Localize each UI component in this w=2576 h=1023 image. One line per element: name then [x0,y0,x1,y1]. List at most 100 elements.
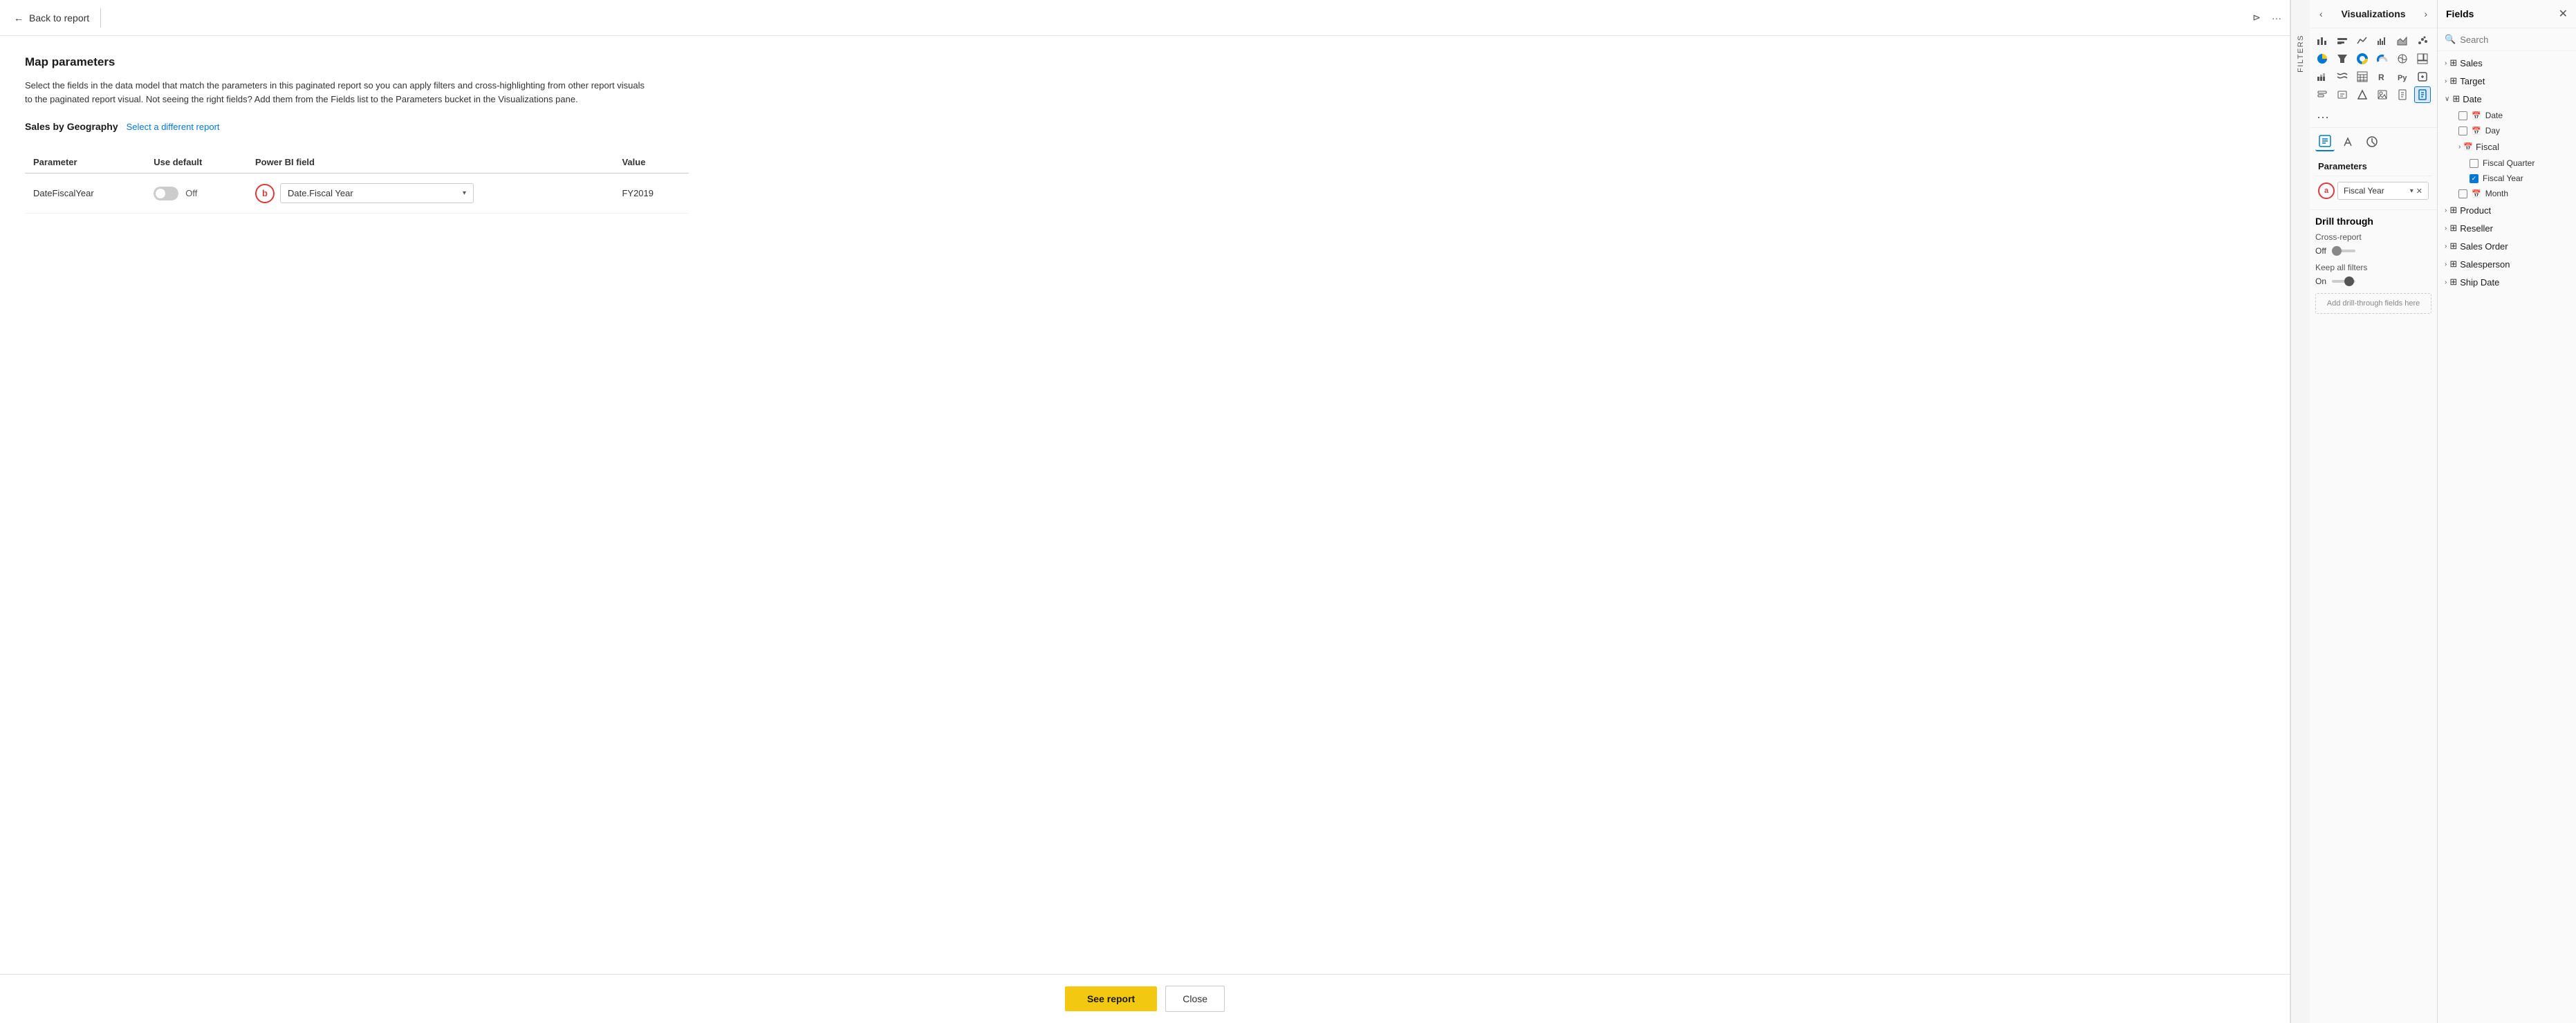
fiscal-chevron-icon: › [2458,143,2461,151]
viz-icon-map[interactable] [2394,50,2411,67]
more-options-icon[interactable]: ··· [2272,12,2281,24]
field-group-target-header[interactable]: › ⊞ Target [2438,72,2576,90]
product-chevron-icon: › [2445,207,2447,214]
build-tab-format[interactable] [2339,132,2358,151]
parameter-cell: DateFiscalYear [25,173,145,214]
cross-report-toggle-row: Off [2315,246,2431,256]
viz-nav-left[interactable]: ‹ [2317,7,2326,21]
filter-icon[interactable]: ⊳ [2252,12,2261,24]
drill-through-drop-zone[interactable]: Add drill-through fields here [2315,293,2431,314]
viz-icon-bar-cluster[interactable] [2374,32,2391,49]
viz-icon-slicer[interactable] [2314,86,2331,103]
target-label: Target [2460,76,2485,86]
reseller-label: Reseller [2460,223,2493,234]
viz-icon-line-chart[interactable] [2354,32,2371,49]
ship-date-table-icon: ⊞ [2449,276,2457,288]
viz-icon-python[interactable]: Py [2394,68,2411,85]
col-header-value: Value [613,151,689,173]
date-icon: 📅 [2472,111,2481,120]
viz-more-dots[interactable]: ··· [2310,107,2437,127]
sales-order-chevron-icon: › [2445,243,2447,250]
field-group-reseller-header[interactable]: › ⊞ Reseller [2438,219,2576,237]
fields-title: Fields [2446,8,2474,19]
fiscal-year-checkbox[interactable] [2470,174,2478,183]
viz-icon-paginated-report[interactable] [2394,86,2411,103]
keep-filters-toggle[interactable] [2332,280,2355,283]
fiscal-year-chip-row: a Fiscal Year ▾ ✕ [2315,176,2431,205]
viz-icon-scatter[interactable] [2414,32,2431,49]
back-to-report-label: Back to report [29,12,89,24]
viz-icon-shape[interactable] [2354,86,2371,103]
viz-icon-image[interactable] [2374,86,2391,103]
viz-icon-column-chart[interactable] [2334,32,2351,49]
viz-icon-paginated-active[interactable] [2414,86,2431,103]
viz-nav-right[interactable]: › [2421,7,2430,21]
field-group-sales-order: › ⊞ Sales Order [2438,237,2576,255]
field-item-month[interactable]: 📅 Month [2454,186,2576,201]
build-tab-fields[interactable] [2315,132,2335,151]
viz-icon-treemap[interactable] [2414,50,2431,67]
filters-label: Filters [2297,35,2305,73]
field-item-fiscal-year[interactable]: Fiscal Year [2465,171,2576,186]
field-group-target: › ⊞ Target [2438,72,2576,90]
field-group-salesperson-header[interactable]: › ⊞ Salesperson [2438,255,2576,273]
product-table-icon: ⊞ [2449,205,2457,216]
fiscal-quarter-checkbox[interactable] [2470,159,2478,168]
fields-header: Fields ✕ [2438,0,2576,28]
drill-through-title: Drill through [2315,216,2431,227]
field-item-date[interactable]: 📅 Date [2454,108,2576,123]
report-label-row: Sales by Geography Select a different re… [25,121,2265,132]
viz-icon-ribbon[interactable] [2334,68,2351,85]
viz-icon-area-chart[interactable] [2394,32,2411,49]
field-item-day[interactable]: 📅 Day [2454,123,2576,138]
date-table-icon: ⊞ [2452,93,2460,104]
date-label: Date [2463,94,2481,104]
close-button[interactable]: Close [1165,986,1225,1012]
field-group-date-header[interactable]: ∨ ⊞ Date [2438,90,2576,108]
viz-icon-funnel[interactable] [2334,50,2351,67]
viz-icon-bar-chart[interactable] [2314,32,2331,49]
sales-chevron-icon: › [2445,59,2447,67]
field-dropdown[interactable]: Date.Fiscal Year ▾ [280,183,474,203]
fiscal-group-header[interactable]: › 📅 Fiscal [2454,138,2576,156]
viz-icon-text-box[interactable] [2334,86,2351,103]
fields-close-button[interactable]: ✕ [2559,7,2568,21]
field-group-ship-date-header[interactable]: › ⊞ Ship Date [2438,273,2576,291]
viz-icon-gauge[interactable] [2374,50,2391,67]
back-to-report-button[interactable]: ← Back to report [8,10,95,26]
off-label: Off [185,188,197,198]
viz-icon-custom[interactable] [2414,68,2431,85]
see-report-button[interactable]: See report [1065,986,1157,1011]
fiscal-year-chip[interactable]: Fiscal Year ▾ ✕ [2337,182,2429,200]
field-group-sales-header[interactable]: › ⊞ Sales [2438,54,2576,72]
use-default-toggle[interactable] [154,187,178,200]
search-input[interactable] [2460,35,2576,45]
keep-filters-on-label: On [2315,276,2326,286]
product-label: Product [2460,205,2491,216]
viz-icon-waterfall[interactable] [2314,68,2331,85]
month-checkbox[interactable] [2458,189,2467,198]
field-group-product-header[interactable]: › ⊞ Product [2438,201,2576,219]
chip-chevron-icon[interactable]: ▾ [2410,187,2413,195]
chip-close-icon[interactable]: ✕ [2416,187,2422,196]
fiscal-group-icon: 📅 [2463,142,2473,151]
date-checkbox[interactable] [2458,111,2467,120]
top-divider [100,8,101,28]
field-group-sales-order-header[interactable]: › ⊞ Sales Order [2438,237,2576,255]
viz-icon-pie[interactable] [2314,50,2331,67]
day-field-label: Day [2485,126,2500,135]
day-icon: 📅 [2472,126,2481,135]
action-bar: See report Close [0,974,2290,1023]
field-item-fiscal-quarter[interactable]: Fiscal Quarter [2465,156,2576,171]
select-different-report-link[interactable]: Select a different report [127,122,220,132]
day-checkbox[interactable] [2458,126,2467,135]
viz-icon-table[interactable] [2354,68,2371,85]
salesperson-table-icon: ⊞ [2449,259,2457,270]
viz-icon-r-script[interactable]: R [2374,68,2391,85]
viz-icon-donut[interactable] [2354,50,2371,67]
build-section: Parameters a Fiscal Year ▾ ✕ [2310,127,2437,209]
field-group-sales: › ⊞ Sales [2438,54,2576,72]
toggle-slider [154,187,178,200]
cross-report-toggle[interactable] [2332,250,2355,252]
build-tab-analytics[interactable] [2362,132,2382,151]
